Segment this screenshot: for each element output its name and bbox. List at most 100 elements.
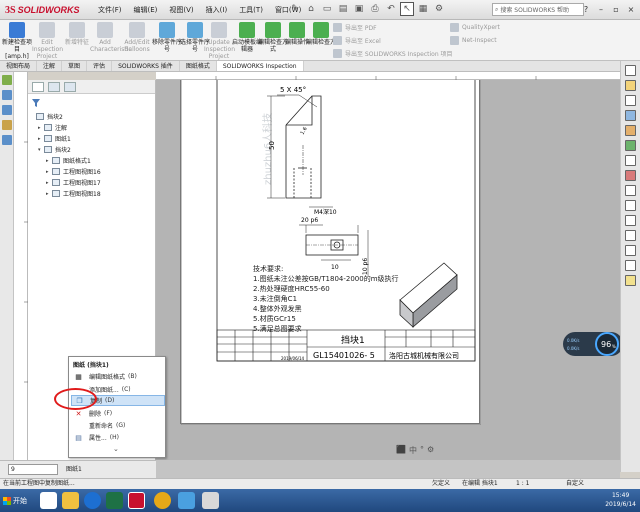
export-excel-button[interactable]: 导出至 Excel [333, 36, 381, 45]
options-icon[interactable]: ⚙ [432, 2, 446, 16]
drawing-sheet[interactable]: zhuzhu6人科技 5 X 45° 50 M4深10 1.6 20 p6 10… [180, 80, 481, 425]
tree-item-sheet-block[interactable]: ▾ 挡块2 [38, 145, 71, 154]
menu-rename[interactable]: 重新命名 (G) [71, 420, 165, 431]
graphics-area[interactable]: ⌕ ⊕ ↺ ◧ ▣ ◐ ◉ ● ▦ ▭ zhuzhu6人科技 [156, 80, 620, 460]
remove-balloon-button[interactable]: 移除零件序号 [152, 22, 182, 53]
save-icon[interactable]: ▣ [352, 2, 366, 16]
solidworks-logo[interactable]: 3S SOLIDWORKS [5, 2, 80, 18]
layer-combo[interactable]: 9 [8, 464, 58, 475]
home-icon[interactable]: ⌂ [304, 2, 318, 16]
custom-properties-icon[interactable] [625, 140, 636, 151]
solidworks-forum-icon[interactable] [625, 155, 636, 166]
ime-punct-icon[interactable]: ° [420, 445, 424, 456]
ime-lang-icon[interactable]: ⬛ [396, 445, 406, 456]
clock[interactable]: 15:49 2019/6/14 [605, 491, 636, 509]
tree-item-sheet-format[interactable]: ▸ 图纸格式1 [46, 156, 91, 165]
tree-item-root[interactable]: 挡块2 [30, 112, 63, 121]
pdm-icon[interactable] [625, 215, 636, 226]
new-inspection-project-button[interactable]: 新建检查项目 [amp.h] [2, 22, 32, 60]
export-pdf-button[interactable]: 导出至 PDF [333, 23, 377, 32]
select-tool-icon[interactable] [2, 75, 12, 85]
menu-edit-sheet-format[interactable]: ▦ 编辑图纸格式 (B) [71, 371, 165, 382]
design-library-icon[interactable] [625, 80, 636, 91]
new-doc-icon[interactable]: ▭ [320, 2, 334, 16]
qualityxpert-button[interactable]: QualityXpert [450, 23, 500, 32]
status-units[interactable]: 自定义 [566, 479, 584, 489]
add-characteristic-button[interactable]: Add Characteristic [90, 22, 132, 53]
tree-item-sheet1[interactable]: ▸ 图纸1 [38, 134, 71, 143]
export-inspection-project-button[interactable]: 导出至 SOLIDWORKS Inspection 项目 [333, 49, 453, 58]
menu-delete[interactable]: ✕ 删除 (F) [71, 408, 165, 419]
tab-evaluate[interactable]: 评估 [87, 61, 113, 71]
menu-view[interactable]: 视图(V) [163, 4, 199, 16]
update-inspection-project-button[interactable]: Update Inspection Project [204, 22, 235, 60]
add-edit-balloons-button[interactable]: Add/Edit Balloons [122, 22, 152, 53]
tree-item-view16[interactable]: ▸ 工程图视图16 [46, 167, 101, 176]
upload-speed: 0.0K/s [567, 338, 579, 343]
sheet-tab-sheet1[interactable]: 图纸1 [66, 464, 82, 473]
maximize-icon[interactable]: ▫ [610, 3, 622, 15]
ime-settings-icon[interactable]: ⚙ [427, 445, 434, 456]
view-palette-icon[interactable] [625, 110, 636, 121]
feature-tree-tab-icon[interactable] [32, 82, 44, 92]
search-help-input[interactable]: ⌕ 搜索 SOLIDWORKS 帮助 [492, 3, 584, 16]
edit-inspector-button[interactable]: 编辑检查方 [306, 22, 336, 46]
simulation-icon[interactable] [625, 230, 636, 241]
tab-sketch[interactable]: 草图 [62, 61, 88, 71]
3d-content-icon[interactable] [625, 200, 636, 211]
routing-icon[interactable] [625, 245, 636, 256]
resources-icon[interactable] [625, 65, 636, 76]
tab-sheet-format[interactable]: 图纸格式 [180, 61, 217, 71]
add-feature-button[interactable]: 新增特征 [62, 22, 92, 46]
folder-taskbar-icon[interactable] [62, 492, 79, 509]
tab-annotation[interactable]: 注解 [37, 61, 63, 71]
balloon-tool-icon[interactable] [2, 120, 12, 130]
view-tool-icon[interactable] [2, 135, 12, 145]
tab-view-layout[interactable]: 视图布局 [0, 61, 38, 71]
undo-icon[interactable]: ↶ [384, 2, 398, 16]
annotation-folder-icon [44, 124, 52, 131]
filter-icon[interactable] [32, 99, 40, 107]
motion-icon[interactable] [625, 185, 636, 196]
tab-addins[interactable]: SOLIDWORKS 插件 [112, 61, 180, 71]
hole-dimension: 10 [331, 264, 339, 271]
config-manager-tab-icon[interactable] [64, 82, 76, 92]
tab-inspection[interactable]: SOLIDWORKS Inspection [216, 61, 304, 71]
menu-insert[interactable]: 插入(I) [200, 4, 234, 16]
tree-item-view17[interactable]: ▸ 工程图视图17 [46, 178, 101, 187]
menu-edit[interactable]: 编辑(E) [128, 4, 164, 16]
menu-tools[interactable]: 工具(T) [233, 4, 269, 16]
property-manager-tab-icon[interactable] [48, 82, 60, 92]
tree-item-view18[interactable]: ▸ 工程图视图18 [46, 189, 101, 198]
print-icon[interactable]: ⎙ [368, 2, 382, 16]
rebuild-icon[interactable]: ▦ [416, 2, 430, 16]
inspection-pane-icon[interactable] [625, 275, 636, 286]
ie-taskbar-icon[interactable] [84, 492, 101, 509]
note-tool-icon[interactable] [2, 105, 12, 115]
tree-item-annotations[interactable]: ▸ 注解 [38, 123, 67, 132]
select-arrow-icon[interactable]: ↖ [400, 2, 414, 16]
markup-icon[interactable] [625, 260, 636, 271]
solidworks-taskbar-icon[interactable] [128, 492, 145, 509]
net-inspect-button[interactable]: Net-Inspect [450, 36, 497, 45]
file-explorer-taskbar-icon[interactable] [40, 492, 57, 509]
file-explorer-icon[interactable] [625, 95, 636, 106]
minimize-icon[interactable]: – [595, 3, 607, 15]
start-button[interactable]: 开始 [1, 491, 31, 510]
close-icon[interactable]: × [625, 3, 637, 15]
menu-file[interactable]: 文件(F) [92, 4, 128, 16]
pin-icon[interactable]: ✎ [288, 2, 302, 16]
appearances-icon[interactable] [625, 125, 636, 136]
ime-mode-icon[interactable]: 中 [409, 445, 417, 456]
smart-dimension-icon[interactable] [2, 90, 12, 100]
network-taskbar-icon[interactable] [202, 492, 219, 509]
menu-properties[interactable]: ▤ 属性... (H) [71, 432, 165, 443]
help-icon[interactable]: ? [580, 3, 592, 15]
chat-taskbar-icon[interactable] [154, 492, 171, 509]
expand-menu-icon[interactable]: ⌄ [113, 445, 119, 453]
toolbox-icon[interactable] [625, 170, 636, 181]
excel-taskbar-icon[interactable] [106, 492, 123, 509]
app-taskbar-icon[interactable] [178, 492, 195, 509]
open-icon[interactable]: ▤ [336, 2, 350, 16]
edit-inspection-project-button[interactable]: Edit Inspection Project [32, 22, 63, 60]
